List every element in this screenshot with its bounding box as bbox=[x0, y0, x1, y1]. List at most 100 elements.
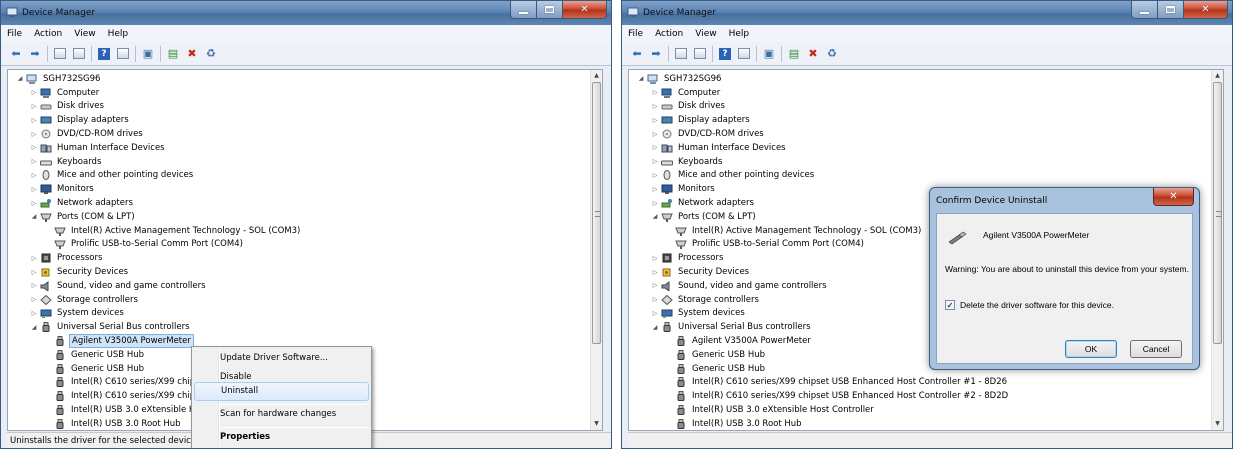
tree-item-label[interactable]: Ports (COM & LPT) bbox=[55, 211, 137, 223]
tree-item-label[interactable]: Security Devices bbox=[55, 266, 130, 278]
tree-item-label[interactable]: Storage controllers bbox=[676, 294, 761, 306]
tree-row[interactable]: ▷ Security Devices bbox=[8, 265, 590, 279]
enable-device-button[interactable]: ♻ bbox=[824, 46, 840, 62]
tree-row[interactable]: ▷ Human Interface Devices bbox=[8, 141, 590, 155]
tree-item-label[interactable]: System devices bbox=[676, 307, 747, 319]
tree-item-label[interactable]: DVD/CD-ROM drives bbox=[676, 128, 766, 140]
ok-button[interactable]: OK bbox=[1065, 340, 1117, 358]
menu-action[interactable]: Action bbox=[34, 29, 62, 39]
tree-row[interactable]: ▷ Mice and other pointing devices bbox=[8, 169, 590, 183]
tree-item-label[interactable]: Intel(R) USB 3.0 Root Hub bbox=[69, 418, 183, 430]
expanded-arrow-icon[interactable]: ◢ bbox=[637, 75, 645, 82]
delete-driver-checkbox-row[interactable]: ✓ Delete the driver software for this de… bbox=[945, 300, 1114, 310]
tree-item-label[interactable]: Keyboards bbox=[55, 156, 103, 168]
close-button[interactable]: ✕ bbox=[1184, 1, 1228, 19]
tree-row[interactable]: ▷ Network adapters bbox=[8, 196, 590, 210]
uninstall-toolbar-button[interactable]: ✖ bbox=[805, 46, 821, 62]
tree-item-label[interactable]: Human Interface Devices bbox=[676, 142, 788, 154]
maximize-button[interactable] bbox=[1158, 1, 1184, 19]
collapsed-arrow-icon[interactable]: ▷ bbox=[651, 200, 659, 207]
collapsed-arrow-icon[interactable]: ▷ bbox=[651, 144, 659, 151]
tree-row[interactable]: ▷ Processors bbox=[8, 251, 590, 265]
expanded-arrow-icon[interactable]: ◢ bbox=[30, 324, 38, 331]
help-button[interactable]: ? bbox=[96, 46, 112, 62]
tree-item-label[interactable]: Sound, video and game controllers bbox=[676, 280, 829, 292]
close-button[interactable]: ✕ bbox=[563, 1, 607, 19]
collapsed-arrow-icon[interactable]: ▷ bbox=[30, 144, 38, 151]
scrollbar-thumb[interactable] bbox=[1213, 82, 1222, 344]
context-uninstall[interactable]: Uninstall bbox=[194, 382, 369, 401]
collapsed-arrow-icon[interactable]: ▷ bbox=[651, 172, 659, 179]
scan-hardware-button[interactable]: ▣ bbox=[761, 46, 777, 62]
tree-row[interactable]: ◢ Ports (COM & LPT) bbox=[8, 210, 590, 224]
tree-row[interactable]: ▷ Disk drives bbox=[629, 100, 1211, 114]
tree-item-label[interactable]: Generic USB Hub bbox=[69, 349, 146, 361]
context-update-driver[interactable]: Update Driver Software... bbox=[194, 349, 369, 368]
tree-item-label[interactable]: Prolific USB-to-Serial Comm Port (COM4) bbox=[690, 238, 866, 250]
tree-item-label[interactable]: Human Interface Devices bbox=[55, 142, 167, 154]
collapsed-arrow-icon[interactable]: ▷ bbox=[30, 103, 38, 110]
collapsed-arrow-icon[interactable]: ▷ bbox=[651, 255, 659, 262]
tree-row[interactable]: Intel(R) USB 3.0 eXtensible Host Control… bbox=[629, 403, 1211, 417]
collapsed-arrow-icon[interactable]: ▷ bbox=[30, 282, 38, 289]
menu-file[interactable]: File bbox=[628, 29, 643, 39]
scroll-down-icon[interactable]: ▼ bbox=[591, 418, 602, 430]
collapsed-arrow-icon[interactable]: ▷ bbox=[30, 172, 38, 179]
tree-item-label[interactable]: Generic USB Hub bbox=[690, 349, 767, 361]
tree-item-label[interactable]: Mice and other pointing devices bbox=[55, 169, 195, 181]
tree-item-label[interactable]: Intel(R) C610 series/X99 chip bbox=[69, 376, 197, 388]
tree-item-label[interactable]: Monitors bbox=[676, 183, 717, 195]
menu-help[interactable]: Help bbox=[729, 29, 750, 39]
tree-item-label[interactable]: Monitors bbox=[55, 183, 96, 195]
tree-item-label[interactable]: Intel(R) USB 3.0 Root Hub bbox=[690, 418, 804, 430]
collapsed-arrow-icon[interactable]: ▷ bbox=[651, 296, 659, 303]
tree-item-label[interactable]: Intel(R) USB 3.0 eXtensible Host Control… bbox=[690, 404, 876, 416]
tree-item-label[interactable]: Agilent V3500A PowerMeter bbox=[690, 335, 813, 347]
tree-row[interactable]: Intel(R) C610 series/X99 chipset USB Enh… bbox=[629, 389, 1211, 403]
tree-row[interactable]: ▷ Sound, video and game controllers bbox=[8, 279, 590, 293]
tree-item-label[interactable]: SGH732SG96 bbox=[41, 73, 102, 85]
tree-item-label[interactable]: Computer bbox=[676, 87, 722, 99]
tree-row[interactable]: ◢ Universal Serial Bus controllers bbox=[8, 320, 590, 334]
expanded-arrow-icon[interactable]: ◢ bbox=[30, 213, 38, 220]
context-scan-hardware[interactable]: Scan for hardware changes bbox=[194, 405, 369, 424]
collapsed-arrow-icon[interactable]: ▷ bbox=[30, 269, 38, 276]
tree-item-label[interactable]: Network adapters bbox=[55, 197, 135, 209]
tree-item-label[interactable]: Network adapters bbox=[676, 197, 756, 209]
tree-row[interactable]: ▷ Human Interface Devices bbox=[629, 141, 1211, 155]
tree-item-label[interactable]: Generic USB Hub bbox=[690, 363, 767, 375]
tree-item-label[interactable]: Processors bbox=[55, 252, 104, 264]
tree-row[interactable]: Intel(R) Active Management Technology - … bbox=[8, 224, 590, 238]
tree-item-label[interactable]: Intel(R) C610 series/X99 chip bbox=[69, 390, 197, 402]
tree-item-label[interactable]: Processors bbox=[676, 252, 725, 264]
dialog-close-button[interactable]: ✕ bbox=[1153, 188, 1194, 206]
tree-row[interactable]: ◢ SGH732SG96 bbox=[629, 72, 1211, 86]
collapsed-arrow-icon[interactable]: ▷ bbox=[651, 158, 659, 165]
tree-item-label[interactable]: Intel(R) C610 series/X99 chipset USB Enh… bbox=[690, 390, 1010, 402]
collapsed-arrow-icon[interactable]: ▷ bbox=[30, 255, 38, 262]
properties-toolbar-button[interactable] bbox=[692, 46, 708, 62]
tree-item-label[interactable]: SGH732SG96 bbox=[662, 73, 723, 85]
collapsed-arrow-icon[interactable]: ▷ bbox=[30, 158, 38, 165]
scrollbar-thumb[interactable] bbox=[592, 82, 601, 344]
collapsed-arrow-icon[interactable]: ▷ bbox=[651, 186, 659, 193]
minimize-button[interactable] bbox=[1131, 1, 1158, 19]
tree-row[interactable]: ▷ Computer bbox=[629, 86, 1211, 100]
menu-help[interactable]: Help bbox=[108, 29, 129, 39]
show-hide-console-tree-button[interactable] bbox=[52, 46, 68, 62]
enable-device-button[interactable]: ♻ bbox=[203, 46, 219, 62]
collapsed-arrow-icon[interactable]: ▷ bbox=[30, 89, 38, 96]
tree-row[interactable]: Intel(R) USB 3.0 Root Hub bbox=[629, 417, 1211, 430]
help-button[interactable]: ? bbox=[717, 46, 733, 62]
tree-row[interactable]: ▷ Display adapters bbox=[629, 113, 1211, 127]
collapsed-arrow-icon[interactable]: ▷ bbox=[651, 310, 659, 317]
forward-button[interactable]: ➡ bbox=[648, 46, 664, 62]
tree-row[interactable]: ▷ DVD/CD-ROM drives bbox=[629, 127, 1211, 141]
scan-hardware-button[interactable]: ▣ bbox=[140, 46, 156, 62]
menu-file[interactable]: File bbox=[7, 29, 22, 39]
tree-row[interactable]: ▷ Storage controllers bbox=[8, 293, 590, 307]
update-driver-button[interactable]: ▤ bbox=[165, 46, 181, 62]
tree-row[interactable]: ▷ System devices bbox=[8, 307, 590, 321]
collapsed-arrow-icon[interactable]: ▷ bbox=[651, 117, 659, 124]
expanded-arrow-icon[interactable]: ◢ bbox=[16, 75, 24, 82]
